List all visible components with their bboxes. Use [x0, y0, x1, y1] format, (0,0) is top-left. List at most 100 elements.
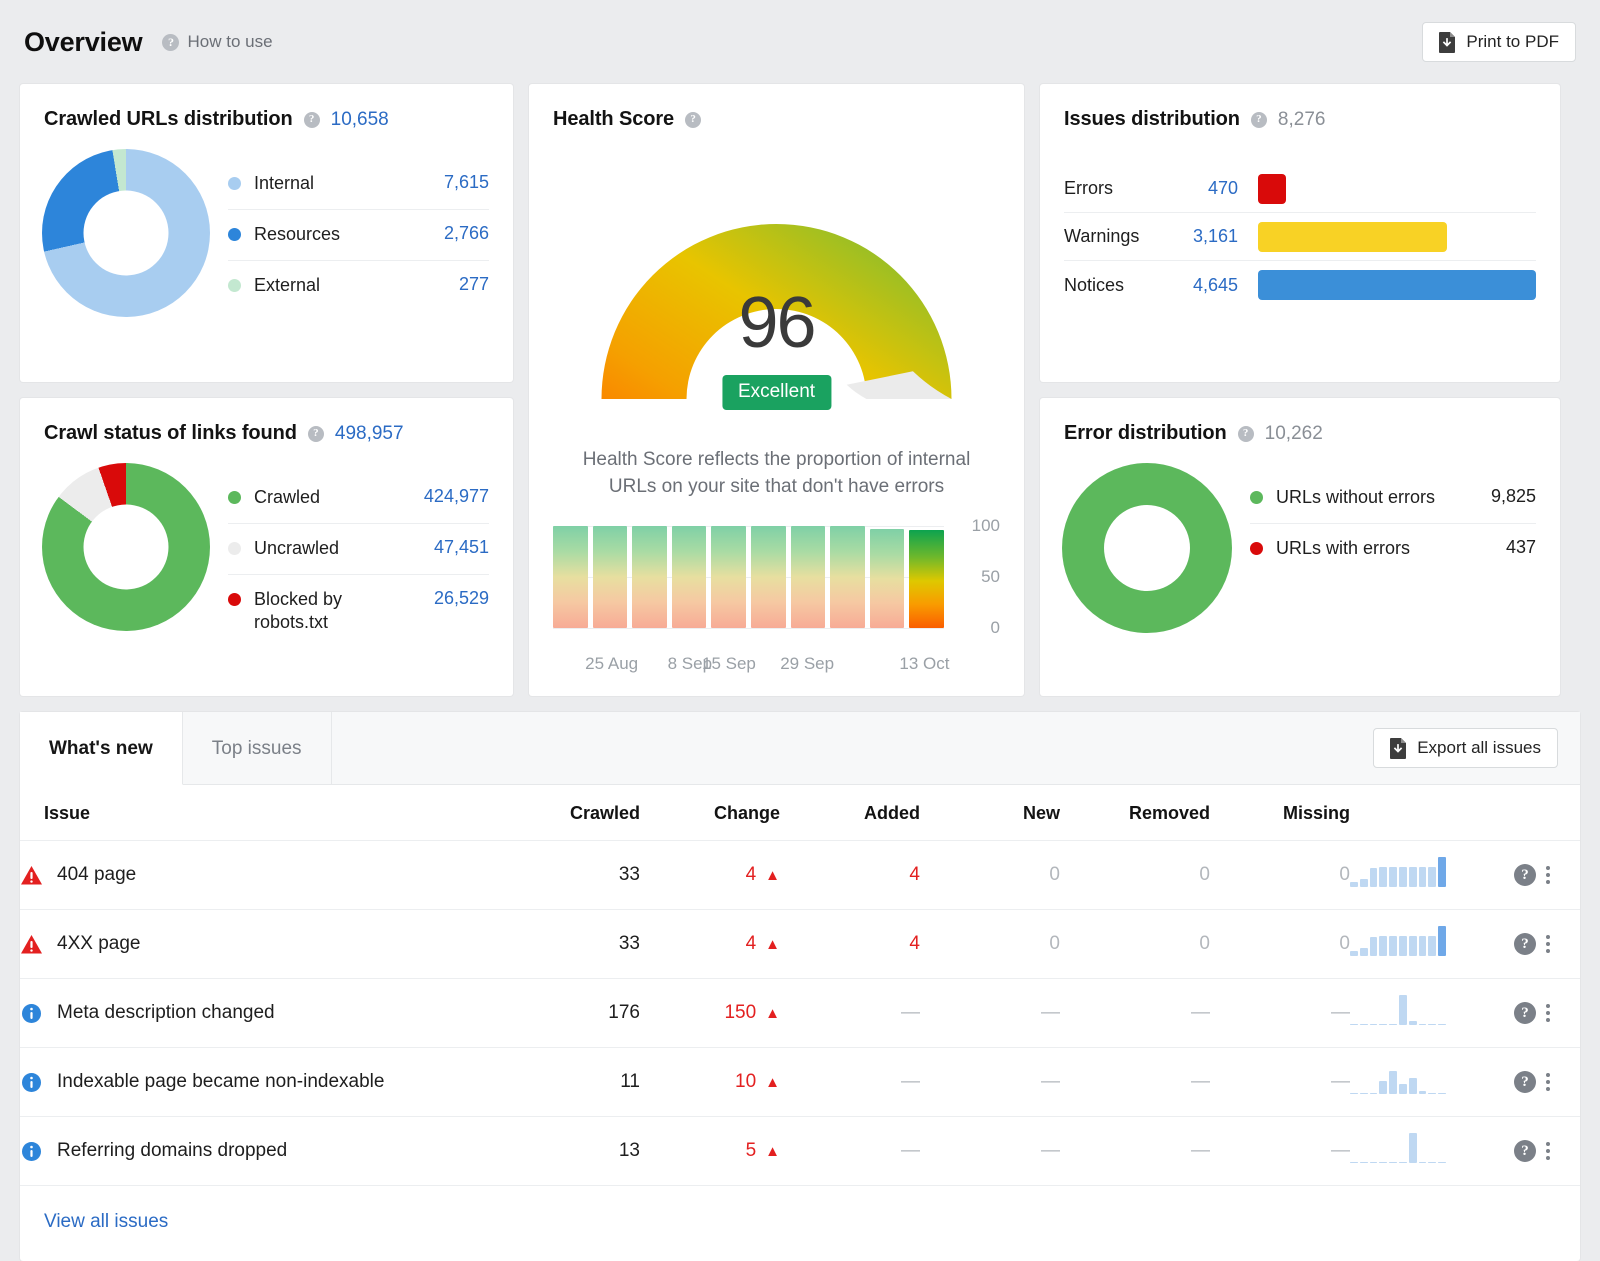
col-missing: Missing: [1210, 785, 1350, 841]
card-header: Issues distribution ? 8,276: [1040, 84, 1560, 131]
question-mark-icon[interactable]: ?: [1514, 1071, 1536, 1093]
tab-whats-new[interactable]: What's new: [20, 712, 183, 785]
missing-cell: 0: [1210, 841, 1350, 910]
legend-value[interactable]: 7,615: [444, 172, 489, 193]
issue-type-count[interactable]: 470: [1172, 178, 1258, 199]
col-added: Added: [780, 785, 920, 841]
legend-label: Crawled: [254, 486, 401, 510]
issue-type-label: Errors: [1064, 178, 1172, 199]
export-all-issues-button[interactable]: Export all issues: [1373, 728, 1558, 768]
legend-value[interactable]: 47,451: [434, 537, 489, 558]
legend-color-dot: [1250, 542, 1263, 555]
change-value: 4: [746, 864, 757, 885]
issue-bar-track: [1258, 222, 1536, 252]
table-header-row: Issue Crawled Change Added New Removed M…: [20, 785, 1580, 841]
issue-name-cell[interactable]: Referring domains dropped: [20, 1117, 530, 1186]
history-bar[interactable]: [909, 530, 944, 628]
legend-value: 9,825: [1491, 486, 1536, 507]
print-to-pdf-button[interactable]: Print to PDF: [1422, 22, 1576, 62]
kebab-menu-icon[interactable]: [1536, 929, 1560, 959]
how-to-use-link[interactable]: ? How to use: [162, 32, 272, 52]
col-removed: Removed: [1060, 785, 1210, 841]
table-row[interactable]: Meta description changed 176 150▲ — — — …: [20, 979, 1580, 1048]
history-bar[interactable]: [632, 526, 667, 628]
kebab-menu-icon[interactable]: [1536, 1136, 1560, 1166]
kebab-menu-icon[interactable]: [1536, 1067, 1560, 1097]
error-warning-icon: [20, 934, 43, 955]
question-mark-icon[interactable]: ?: [1514, 1002, 1536, 1024]
health-score-value: 96: [529, 287, 1024, 359]
added-cell: 4: [780, 841, 920, 910]
table-row[interactable]: 4XX page 33 4▲ 4 0 0 0 ?: [20, 910, 1580, 979]
issue-label: Meta description changed: [57, 1002, 275, 1024]
question-mark-icon[interactable]: ?: [1238, 426, 1254, 442]
issues-table: Issue Crawled Change Added New Removed M…: [20, 785, 1580, 1186]
legend-color-dot: [228, 542, 241, 555]
legend-value[interactable]: 424,977: [424, 486, 489, 507]
crawled-urls-legend: Internal7,615Resources2,766External277: [228, 159, 489, 310]
card-total-value: 8,276: [1278, 109, 1326, 131]
issue-type-count[interactable]: 3,161: [1172, 226, 1258, 247]
question-mark-icon[interactable]: ?: [304, 112, 320, 128]
question-mark-icon[interactable]: ?: [1514, 1140, 1536, 1162]
issues-panel: What's new Top issues Export all issues: [20, 712, 1580, 1261]
history-bar[interactable]: [791, 526, 826, 628]
history-bar[interactable]: [870, 529, 905, 628]
issue-name-cell[interactable]: Indexable page became non-indexable: [20, 1048, 530, 1117]
question-mark-icon[interactable]: ?: [1251, 112, 1267, 128]
removed-value: —: [1191, 1002, 1210, 1023]
export-all-issues-label: Export all issues: [1417, 738, 1541, 758]
history-bar[interactable]: [830, 526, 865, 628]
arrow-up-icon: ▲: [765, 936, 780, 953]
history-bar[interactable]: [751, 526, 786, 628]
legend-label: Resources: [254, 223, 421, 247]
legend-value[interactable]: 277: [459, 274, 489, 295]
info-icon: [20, 1141, 43, 1162]
x-axis-tick: 13 Oct: [899, 654, 949, 674]
legend-value[interactable]: 26,529: [434, 588, 489, 609]
issue-name-cell[interactable]: 4XX page: [20, 910, 530, 979]
card-issues-distribution: Issues distribution ? 8,276 Errors470War…: [1040, 84, 1560, 382]
legend-item: External277: [228, 261, 489, 311]
table-row[interactable]: 404 page 33 4▲ 4 0 0 0 ?: [20, 841, 1580, 910]
tab-top-issues[interactable]: Top issues: [183, 712, 332, 784]
crawled-value: 33: [619, 864, 640, 885]
question-mark-icon[interactable]: ?: [1514, 933, 1536, 955]
crawled-urls-donut-chart: [42, 149, 210, 317]
x-axis-tick: 15 Sep: [702, 654, 756, 674]
history-bar[interactable]: [593, 526, 628, 628]
added-value: —: [901, 1002, 920, 1023]
col-actions: [1400, 785, 1580, 841]
info-icon: [20, 1003, 43, 1024]
card-health-score: Health Score ?: [529, 84, 1024, 696]
issue-type-count[interactable]: 4,645: [1172, 275, 1258, 296]
history-bar[interactable]: [672, 526, 707, 628]
new-value: 0: [1049, 864, 1060, 885]
history-bar[interactable]: [553, 526, 588, 628]
legend-value: 437: [1506, 537, 1536, 558]
card-title: Health Score: [553, 108, 674, 131]
issue-name-cell[interactable]: Meta description changed: [20, 979, 530, 1048]
removed-value: 0: [1199, 933, 1210, 954]
issue-name-cell[interactable]: 404 page: [20, 841, 530, 910]
col-issue: Issue: [20, 785, 530, 841]
col-change: Change: [640, 785, 780, 841]
legend-label: Uncrawled: [254, 537, 411, 561]
question-mark-icon[interactable]: ?: [1514, 864, 1536, 886]
donut-with-legend: Internal7,615Resources2,766External277: [20, 131, 513, 317]
table-row[interactable]: Indexable page became non-indexable 11 1…: [20, 1048, 1580, 1117]
legend-color-dot: [228, 593, 241, 606]
kebab-menu-icon[interactable]: [1536, 860, 1560, 890]
card-total-value: 10,658: [331, 109, 389, 131]
question-mark-icon[interactable]: ?: [685, 112, 701, 128]
y-axis-tick: 0: [991, 618, 1000, 638]
history-bar[interactable]: [711, 526, 746, 628]
view-all-issues-link[interactable]: View all issues: [44, 1211, 168, 1232]
kebab-menu-icon[interactable]: [1536, 998, 1560, 1028]
legend-value[interactable]: 2,766: [444, 223, 489, 244]
question-mark-icon[interactable]: ?: [308, 426, 324, 442]
card-header: Crawled URLs distribution ? 10,658: [20, 84, 513, 131]
new-value: —: [1041, 1002, 1060, 1023]
table-row[interactable]: Referring domains dropped 13 5▲ — — — — …: [20, 1117, 1580, 1186]
new-value: —: [1041, 1071, 1060, 1092]
